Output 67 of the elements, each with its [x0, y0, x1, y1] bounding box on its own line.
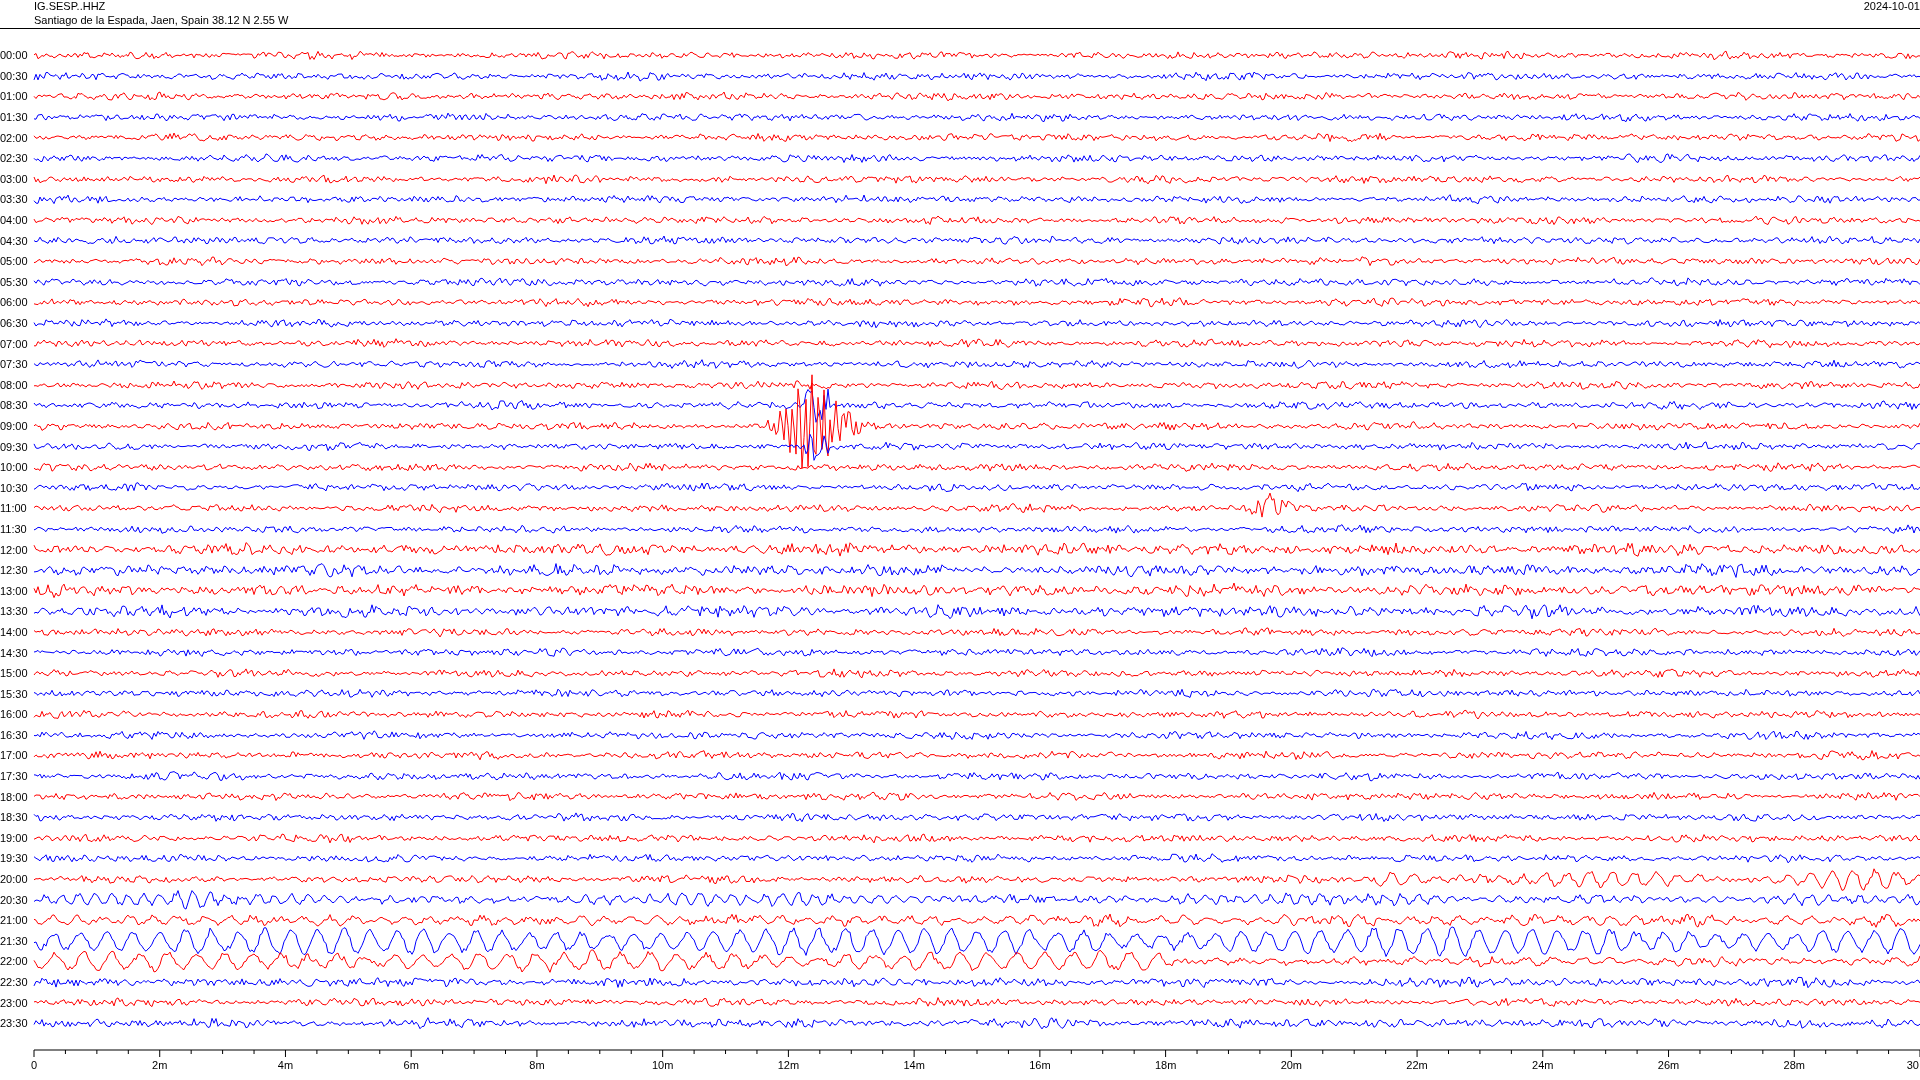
tick-label: 26m: [1657, 1058, 1680, 1071]
time-label: 18:30: [0, 811, 29, 824]
time-label: 19:00: [0, 831, 29, 844]
time-label: 17:00: [0, 749, 29, 762]
tick-label: 14m: [903, 1058, 925, 1071]
time-label: 04:30: [0, 234, 29, 247]
time-label: 20:30: [0, 893, 29, 906]
time-label: 19:30: [0, 852, 29, 865]
time-label: 01:30: [0, 111, 29, 124]
plot-date: 2024-10-01: [1863, 0, 1920, 14]
time-label: 07:30: [0, 358, 29, 371]
station-code: IG.SESP..HHZ: [34, 0, 107, 13]
tick-label: 10m: [651, 1058, 674, 1071]
tick-label: 2m: [152, 1058, 168, 1071]
time-label: 16:30: [0, 728, 29, 741]
time-label: 23:30: [0, 1017, 29, 1030]
time-label: 18:00: [0, 790, 29, 803]
time-label: 03:30: [0, 193, 29, 206]
time-label: 20:00: [0, 873, 29, 886]
time-label: 22:30: [0, 976, 29, 988]
time-label: 10:30: [0, 481, 29, 494]
time-label: 08:30: [0, 399, 29, 412]
time-label: 15:00: [0, 667, 29, 680]
time-label: 21:00: [0, 914, 29, 927]
tick-label: 6m: [403, 1058, 419, 1071]
time-label: 06:00: [0, 296, 29, 309]
time-label: 04:00: [0, 214, 29, 227]
time-label: 23:00: [0, 996, 29, 1009]
time-label: 11:00: [0, 502, 28, 515]
time-label: 11:30: [0, 522, 28, 535]
tick-label: 16m: [1029, 1058, 1051, 1071]
tick-label: 4m: [277, 1058, 294, 1071]
time-label: 08:00: [0, 378, 29, 391]
time-label: 22:00: [0, 955, 29, 968]
tick-label: 20m: [1280, 1058, 1303, 1071]
time-label: 00:00: [0, 49, 29, 62]
tick-label: 18m: [1154, 1058, 1177, 1071]
tick-label: 0: [30, 1058, 38, 1071]
tick-label: 30: [1906, 1058, 1919, 1071]
tick-label: 12m: [777, 1058, 800, 1071]
time-label: 10:00: [0, 461, 29, 474]
time-label: 15:30: [0, 687, 29, 700]
tick-label: 22m: [1406, 1058, 1428, 1071]
time-label: 02:00: [0, 131, 29, 144]
time-label: 14:00: [0, 625, 29, 638]
time-label: 00:30: [0, 69, 29, 82]
time-label: 16:00: [0, 708, 29, 721]
time-label: 14:30: [0, 646, 29, 659]
time-label: 17:30: [0, 770, 29, 783]
time-label: 05:00: [0, 255, 29, 268]
time-label: 03:00: [0, 172, 29, 185]
time-label: 05:30: [0, 275, 29, 288]
tick-label: 8m: [529, 1058, 545, 1071]
time-label: 13:00: [0, 584, 29, 597]
time-label: 07:00: [0, 337, 29, 350]
time-label: 12:00: [0, 543, 29, 556]
time-label: 06:30: [0, 317, 29, 329]
time-label: 21:30: [0, 934, 29, 947]
tick-label: 24m: [1532, 1058, 1554, 1071]
time-label: 01:00: [0, 90, 29, 103]
time-label: 13:30: [0, 605, 29, 618]
station-location: Santiago de la Espada, Jaen, Spain 38.12 N 2.55 W: [34, 13, 289, 27]
time-label: 09:30: [0, 440, 29, 453]
time-label: 02:30: [0, 152, 29, 165]
time-label: 09:00: [0, 420, 29, 432]
tick-label: 28m: [1783, 1058, 1805, 1071]
time-label: 12:30: [0, 564, 29, 577]
